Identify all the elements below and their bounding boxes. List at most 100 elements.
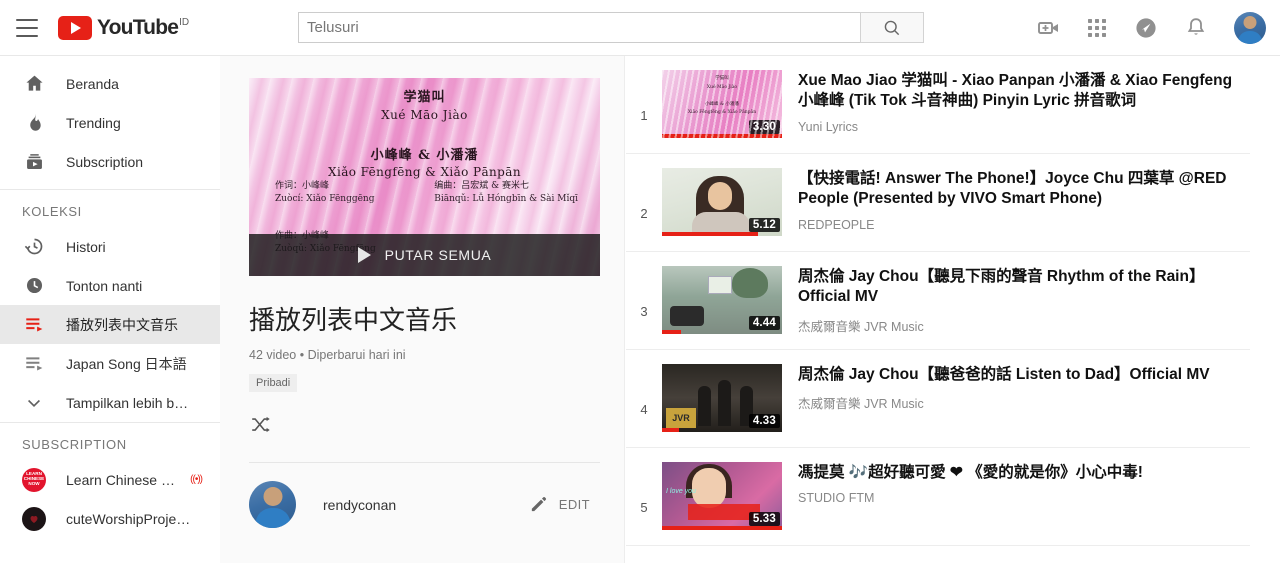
video-duration: 5.33 — [748, 512, 780, 526]
playlist-owner-row: rendyconan EDIT — [249, 481, 600, 529]
sidebar-label: Japan Song 日本語 — [66, 355, 187, 372]
chevron-down-icon — [22, 391, 46, 415]
apps-grid-icon[interactable] — [1086, 17, 1108, 39]
video-thumbnail[interactable]: 4.44 — [662, 266, 782, 334]
sidebar-label: Subscription — [66, 153, 144, 170]
playlist-video-list: 1 学猫叫 Xué Māo Jiào 小峰峰 & 小潘潘 Xiǎo Fēngfēng … — [626, 56, 1280, 563]
table-row[interactable]: 2 5.12 【快接電話! Answer The Phone!】Joyce Ch… — [626, 154, 1250, 252]
search-area — [298, 12, 924, 43]
video-title[interactable]: Xue Mao Jiao 学猫叫 - Xiao Panpan 小潘潘 & Xia… — [798, 71, 1250, 112]
table-row[interactable]: 3 4.44 周杰倫 Jay Chou【聽見下雨的聲音 Rhythm of th… — [626, 252, 1250, 350]
thumb-line-4: Xiǎo Fēngfēng & Xiǎo Pānpān — [328, 165, 521, 179]
sidebar-label: Tampilkan lebih b… — [66, 394, 189, 411]
watch-progress-bar — [662, 232, 758, 236]
shuffle-icon[interactable] — [249, 414, 273, 438]
play-all-button[interactable]: PUTAR SEMUA — [249, 234, 600, 276]
sidebar-channel-cuteworshipproject[interactable]: cuteWorshipProje… — [0, 499, 220, 538]
search-button[interactable] — [860, 12, 924, 43]
left-sidebar: Beranda Trending Subscription KOLEKSI Hi… — [0, 56, 220, 563]
playlist-icon — [22, 313, 46, 337]
sidebar-label: cuteWorshipProje… — [66, 510, 191, 527]
top-navigation-bar: YouTube ID — [0, 0, 1280, 56]
video-info: 周杰倫 Jay Chou【聽爸爸的話 Listen to Dad】Officia… — [798, 364, 1210, 412]
video-thumbnail[interactable]: JVR 4.33 — [662, 364, 782, 432]
home-icon — [22, 72, 46, 96]
video-index: 2 — [640, 206, 648, 221]
pencil-edit-icon — [531, 497, 546, 512]
edit-playlist-button[interactable]: EDIT — [529, 495, 600, 514]
video-title[interactable]: 周杰倫 Jay Chou【聽爸爸的話 Listen to Dad】Officia… — [798, 365, 1210, 385]
video-channel[interactable]: 杰威爾音樂 JVR Music — [798, 393, 1210, 412]
video-index: 4 — [640, 402, 648, 417]
sidebar-channel-learn-chinese[interactable]: LEARN CHINESE NOW Learn Chinese … ((•)) — [0, 460, 220, 499]
playlist-thumbnail-credits: 作词：小峰峰 Zuòcí: Xiǎo Fēnggēng 编曲：吕宏斌 & 赛米七… — [275, 180, 578, 206]
video-thumbnail[interactable]: 5.12 — [662, 168, 782, 236]
sidebar-main-group: Beranda Trending Subscription — [0, 56, 220, 189]
table-row[interactable]: 4 JVR 4.33 周杰倫 Jay Chou【聽爸爸的話 Listen to … — [626, 350, 1250, 448]
playlist-privacy-badge: Pribadi — [249, 374, 298, 393]
thumb-line-1: 学猫叫 — [403, 90, 446, 105]
video-thumbnail[interactable]: 学猫叫 Xué Māo Jiào 小峰峰 & 小潘潘 Xiǎo Fēngfēng & … — [662, 70, 782, 138]
video-info: 馮提莫 🎶超好聽可愛 ❤ 《愛的就是你》小心中毒! STUDIO FTM — [798, 462, 1143, 505]
watch-progress-bar — [662, 134, 782, 138]
credit-left-1: 作词：小峰峰 — [275, 181, 330, 191]
sidebar-label: Tonton nanti — [66, 277, 143, 294]
watch-progress-bar — [662, 526, 782, 530]
play-triangle-icon — [357, 247, 371, 263]
trending-flame-icon — [22, 111, 46, 135]
video-channel[interactable]: REDPEOPLE — [798, 218, 1250, 232]
youtube-logo[interactable]: YouTube ID — [58, 15, 189, 40]
sidebar-item-trending[interactable]: Trending — [0, 103, 220, 142]
video-index: 1 — [640, 108, 648, 123]
sidebar-item-tonton-nanti[interactable]: Tonton nanti — [0, 266, 220, 305]
thumb-line-2: Xué Māo Jiào — [381, 108, 468, 122]
watch-progress-bar — [662, 330, 682, 334]
video-channel[interactable]: Yuni Lyrics — [798, 120, 1250, 134]
credit-left-2: Zuòcí: Xiǎo Fēnggēng — [275, 194, 375, 205]
video-thumbnail[interactable]: I love you 5.33 — [662, 462, 782, 530]
playlist-thumbnail-text: 学猫叫 Xué Māo Jiào 小峰峰 & 小潘潘 Xiǎo Fēngfēng… — [249, 86, 600, 179]
search-input[interactable] — [298, 12, 860, 43]
sidebar-item-histori[interactable]: Histori — [0, 227, 220, 266]
sidebar-label: Beranda — [66, 75, 119, 92]
sidebar-label: Histori — [66, 238, 106, 255]
video-duration: 4.33 — [748, 414, 780, 428]
top-bar-actions — [1036, 0, 1266, 56]
credit-right-2: Biānqǔ: Lǚ Hóngbīn & Sài Mǐqī — [434, 194, 578, 205]
sidebar-item-subscription[interactable]: Subscription — [0, 142, 220, 181]
playlist-detail-panel: 学猫叫 Xué Māo Jiào 小峰峰 & 小潘潘 Xiǎo Fēngfēng… — [220, 56, 625, 563]
video-title[interactable]: 周杰倫 Jay Chou【聽見下雨的聲音 Rhythm of the Rain】… — [798, 267, 1250, 308]
live-badge-icon: ((•)) — [190, 474, 203, 485]
sidebar-item-show-more[interactable]: Tampilkan lebih b… — [0, 383, 220, 422]
playlist-thumbnail[interactable]: 学猫叫 Xué Māo Jiào 小峰峰 & 小潘潘 Xiǎo Fēngfēng… — [249, 78, 600, 276]
video-channel[interactable]: STUDIO FTM — [798, 491, 1143, 505]
sidebar-item-beranda[interactable]: Beranda — [0, 64, 220, 103]
notifications-bell-icon[interactable] — [1184, 16, 1208, 40]
youtube-play-icon — [58, 15, 92, 40]
video-duration: 4.44 — [748, 316, 780, 330]
table-row[interactable]: 5 I love you 5.33 馮提莫 🎶超好聽可愛 ❤ 《愛的就是你》小心… — [626, 448, 1250, 546]
video-index: 3 — [640, 304, 648, 319]
video-channel[interactable]: 杰威爾音樂 JVR Music — [798, 316, 1250, 335]
sidebar-item-playlist-chinese-music[interactable]: 播放列表中文音乐 — [0, 305, 220, 344]
owner-avatar[interactable] — [249, 481, 296, 529]
youtube-logo-text: YouTube — [97, 15, 179, 39]
upload-video-icon[interactable] — [1036, 16, 1060, 40]
video-title[interactable]: 馮提莫 🎶超好聽可愛 ❤ 《愛的就是你》小心中毒! — [798, 463, 1143, 483]
account-avatar[interactable] — [1234, 12, 1266, 44]
credit-right-1: 编曲：吕宏斌 & 赛米七 — [434, 181, 529, 191]
owner-name[interactable]: rendyconan — [323, 497, 396, 513]
table-row[interactable]: 1 学猫叫 Xué Māo Jiào 小峰峰 & 小潘潘 Xiǎo Fēngfēng … — [626, 56, 1250, 154]
watch-progress-bar — [662, 428, 679, 432]
thumbnail-caption: 学猫叫 Xué Māo Jiào 小峰峰 & 小潘潘 Xiǎo Fēngfēng & … — [687, 76, 757, 116]
sidebar-label: Learn Chinese … — [66, 471, 175, 488]
hamburger-menu-icon[interactable] — [16, 18, 40, 37]
history-clock-icon — [22, 235, 46, 259]
thumb-line-3: 小峰峰 & 小潘潘 — [370, 148, 479, 163]
messages-icon[interactable] — [1134, 16, 1158, 40]
sidebar-item-japan-song[interactable]: Japan Song 日本語 — [0, 344, 220, 383]
play-all-label: PUTAR SEMUA — [384, 247, 492, 263]
watch-later-clock-icon — [22, 274, 46, 298]
search-icon — [884, 20, 900, 35]
video-title[interactable]: 【快接電話! Answer The Phone!】Joyce Chu 四葉草 @… — [798, 169, 1250, 210]
